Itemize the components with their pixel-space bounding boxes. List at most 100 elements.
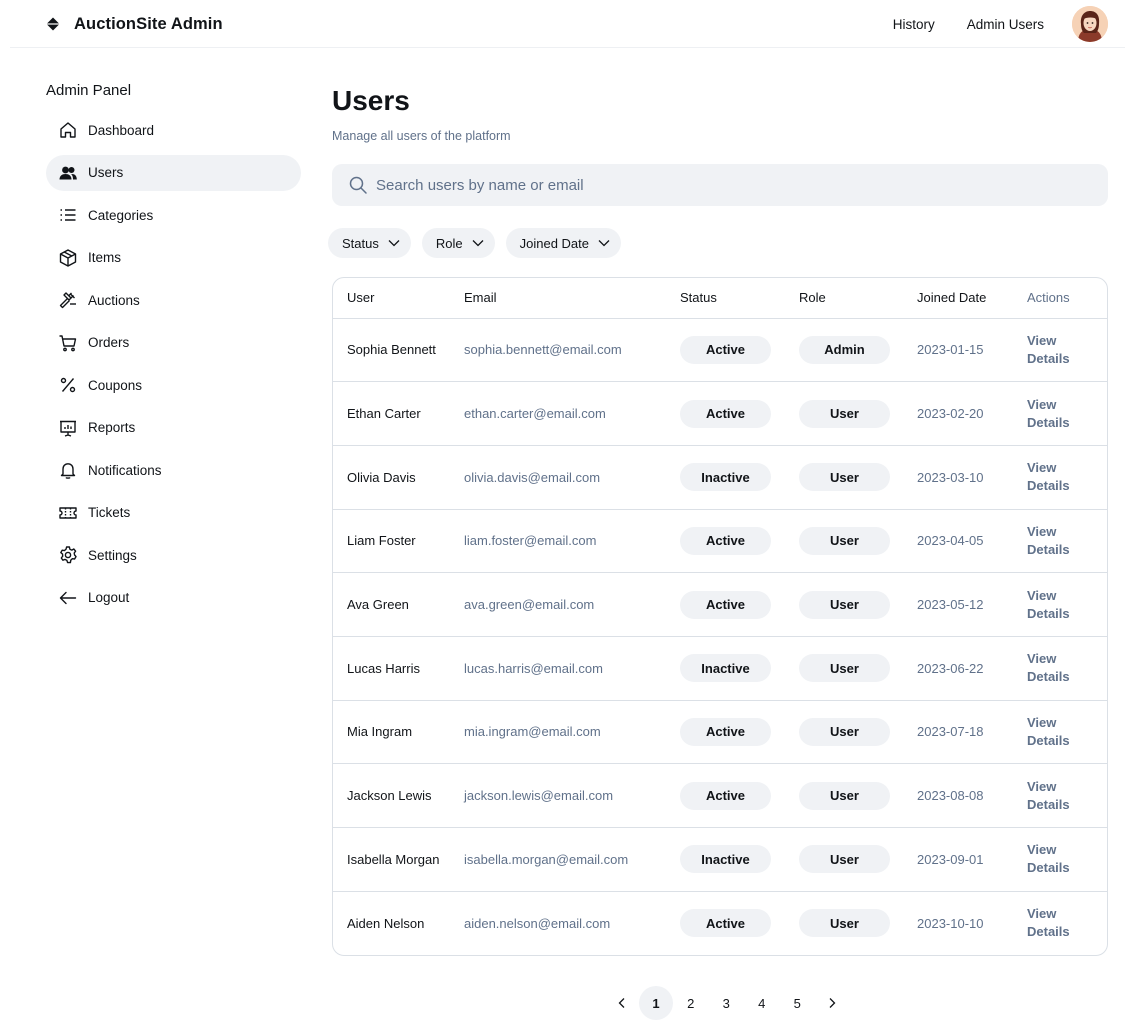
view-details-link[interactable]: View Details xyxy=(1027,396,1107,432)
gear-icon xyxy=(58,545,78,565)
sidebar-item-users[interactable]: Users xyxy=(46,154,301,191)
joined-date: 2023-03-10 xyxy=(917,469,984,485)
filter-label: Status xyxy=(342,235,379,251)
view-details-link[interactable]: View Details xyxy=(1027,650,1107,686)
sidebar-item-orders[interactable]: Orders xyxy=(46,325,301,361)
user-email: mia.ingram@email.com xyxy=(464,724,601,740)
page-button-3[interactable]: 3 xyxy=(709,986,745,1020)
nav-link-admin-users[interactable]: Admin Users xyxy=(967,17,1044,32)
page-button-2[interactable]: 2 xyxy=(673,986,709,1020)
search-bar[interactable] xyxy=(332,164,1108,206)
sidebar-item-label: Dashboard xyxy=(88,122,155,138)
sidebar-item-coupons[interactable]: Coupons xyxy=(46,367,301,403)
user-email: isabella.morgan@email.com xyxy=(464,851,629,867)
joined-date: 2023-06-22 xyxy=(917,660,984,676)
page-button-5[interactable]: 5 xyxy=(780,986,816,1020)
sidebar-item-label: Coupons xyxy=(88,377,143,393)
view-details-label-2: Details xyxy=(1027,732,1070,748)
header-divider xyxy=(10,47,1125,48)
sidebar-item-settings[interactable]: Settings xyxy=(46,537,301,573)
sidebar-item-reports[interactable]: Reports xyxy=(46,410,301,446)
view-details-label-2: Details xyxy=(1027,350,1070,366)
view-details-label-2: Details xyxy=(1027,669,1070,685)
role-badge: User xyxy=(799,590,890,619)
table-header-row: User Email Status Role Joined Date Actio… xyxy=(333,278,1107,318)
filter-status[interactable]: Status xyxy=(328,228,411,258)
page-button-4[interactable]: 4 xyxy=(744,986,780,1020)
user-name: Jackson Lewis xyxy=(347,788,432,804)
table-row: Ethan Carter ethan.carter@email.com Active… xyxy=(333,381,1107,446)
view-details-link[interactable]: View Details xyxy=(1027,587,1107,623)
sidebar-item-dashboard[interactable]: Dashboard xyxy=(46,112,301,148)
chevron-down-icon xyxy=(598,240,610,247)
sidebar-item-label: Categories xyxy=(88,207,154,223)
list-icon xyxy=(58,205,78,225)
sidebar-item-label: Orders xyxy=(88,335,130,350)
table-row: Aiden Nelson aiden.nelson@email.com Active… xyxy=(333,891,1107,955)
user-name: Lucas Harris xyxy=(347,660,420,676)
user-email: jackson.lewis@email.com xyxy=(464,788,614,804)
column-header-user[interactable]: User xyxy=(333,278,450,318)
user-name: Sophia Bennett xyxy=(347,342,436,358)
main-content: Users Manage all users of the platform S… xyxy=(328,80,1108,956)
search-input[interactable] xyxy=(376,176,1056,194)
user-email: ava.green@email.com xyxy=(464,597,595,613)
diamond-logo-icon xyxy=(46,17,60,31)
view-details-label-1: View xyxy=(1027,396,1057,412)
brand[interactable]: AuctionSite Admin xyxy=(46,15,223,34)
table-row: Olivia Davis olivia.davis@email.com Inacti… xyxy=(333,445,1107,509)
joined-date: 2023-01-15 xyxy=(917,342,984,358)
page-button-1[interactable]: 1 xyxy=(639,986,673,1020)
view-details-link[interactable]: View Details xyxy=(1027,459,1107,495)
table-body: Sophia Bennett sophia.bennett@email.com Ac… xyxy=(333,318,1107,955)
avatar-icon xyxy=(1072,6,1108,42)
view-details-link[interactable]: View Details xyxy=(1027,778,1107,814)
pagination: 1 2 3 4 5 xyxy=(605,986,849,1020)
role-badge: Admin xyxy=(799,335,890,364)
sidebar-item-items[interactable]: Items xyxy=(46,240,301,276)
column-header-status[interactable]: Status xyxy=(666,278,785,318)
view-details-label-2: Details xyxy=(1027,414,1070,430)
sidebar-item-categories[interactable]: Categories xyxy=(46,197,301,233)
column-header-role[interactable]: Role xyxy=(785,278,903,318)
user-email: lucas.harris@email.com xyxy=(464,660,603,676)
view-details-link[interactable]: View Details xyxy=(1027,523,1107,559)
sidebar-item-label: Users xyxy=(88,165,124,180)
view-details-link[interactable]: View Details xyxy=(1027,841,1107,877)
role-badge: User xyxy=(799,781,890,810)
sidebar-item-label: Settings xyxy=(88,547,137,563)
sidebar-item-logout[interactable]: Logout xyxy=(46,580,301,616)
user-email: liam.foster@email.com xyxy=(464,533,597,549)
role-badge: User xyxy=(799,526,890,555)
status-badge: Active xyxy=(680,781,771,810)
table-row: Liam Foster liam.foster@email.com Active Us… xyxy=(333,509,1107,573)
chevron-left-icon xyxy=(618,998,625,1008)
filter-role[interactable]: Role xyxy=(421,228,495,258)
next-page-button[interactable] xyxy=(815,986,849,1020)
user-name: Isabella Morgan xyxy=(347,851,440,867)
view-details-link[interactable]: View Details xyxy=(1027,905,1107,941)
status-badge: Active xyxy=(680,717,771,746)
user-avatar[interactable] xyxy=(1072,6,1108,42)
page-subtitle: Manage all users of the platform xyxy=(332,129,511,143)
status-badge: Active xyxy=(680,590,771,619)
sidebar-item-auctions[interactable]: Auctions xyxy=(46,282,301,318)
view-details-label-2: Details xyxy=(1027,860,1070,876)
filter-joined-date[interactable]: Joined Date xyxy=(505,228,621,258)
users-table: User Email Status Role Joined Date Actio… xyxy=(332,277,1108,956)
sidebar-item-notifications[interactable]: Notifications xyxy=(46,452,301,488)
nav-link-history[interactable]: History xyxy=(893,17,935,32)
role-badge: User xyxy=(799,909,890,938)
view-details-link[interactable]: View Details xyxy=(1027,332,1107,368)
joined-date: 2023-07-18 xyxy=(917,724,984,740)
table-row: Isabella Morgan isabella.morgan@email.com… xyxy=(333,827,1107,892)
joined-date: 2023-10-10 xyxy=(917,915,984,931)
previous-page-button[interactable] xyxy=(605,986,639,1020)
sidebar-item-tickets[interactable]: Tickets xyxy=(46,495,301,531)
column-header-joined-date[interactable]: Joined Date xyxy=(903,278,1013,318)
view-details-link[interactable]: View Details xyxy=(1027,714,1107,750)
view-details-label-1: View xyxy=(1027,778,1057,794)
percent-icon xyxy=(58,375,78,395)
column-header-email[interactable]: Email xyxy=(450,278,666,318)
joined-date: 2023-04-05 xyxy=(917,533,984,549)
